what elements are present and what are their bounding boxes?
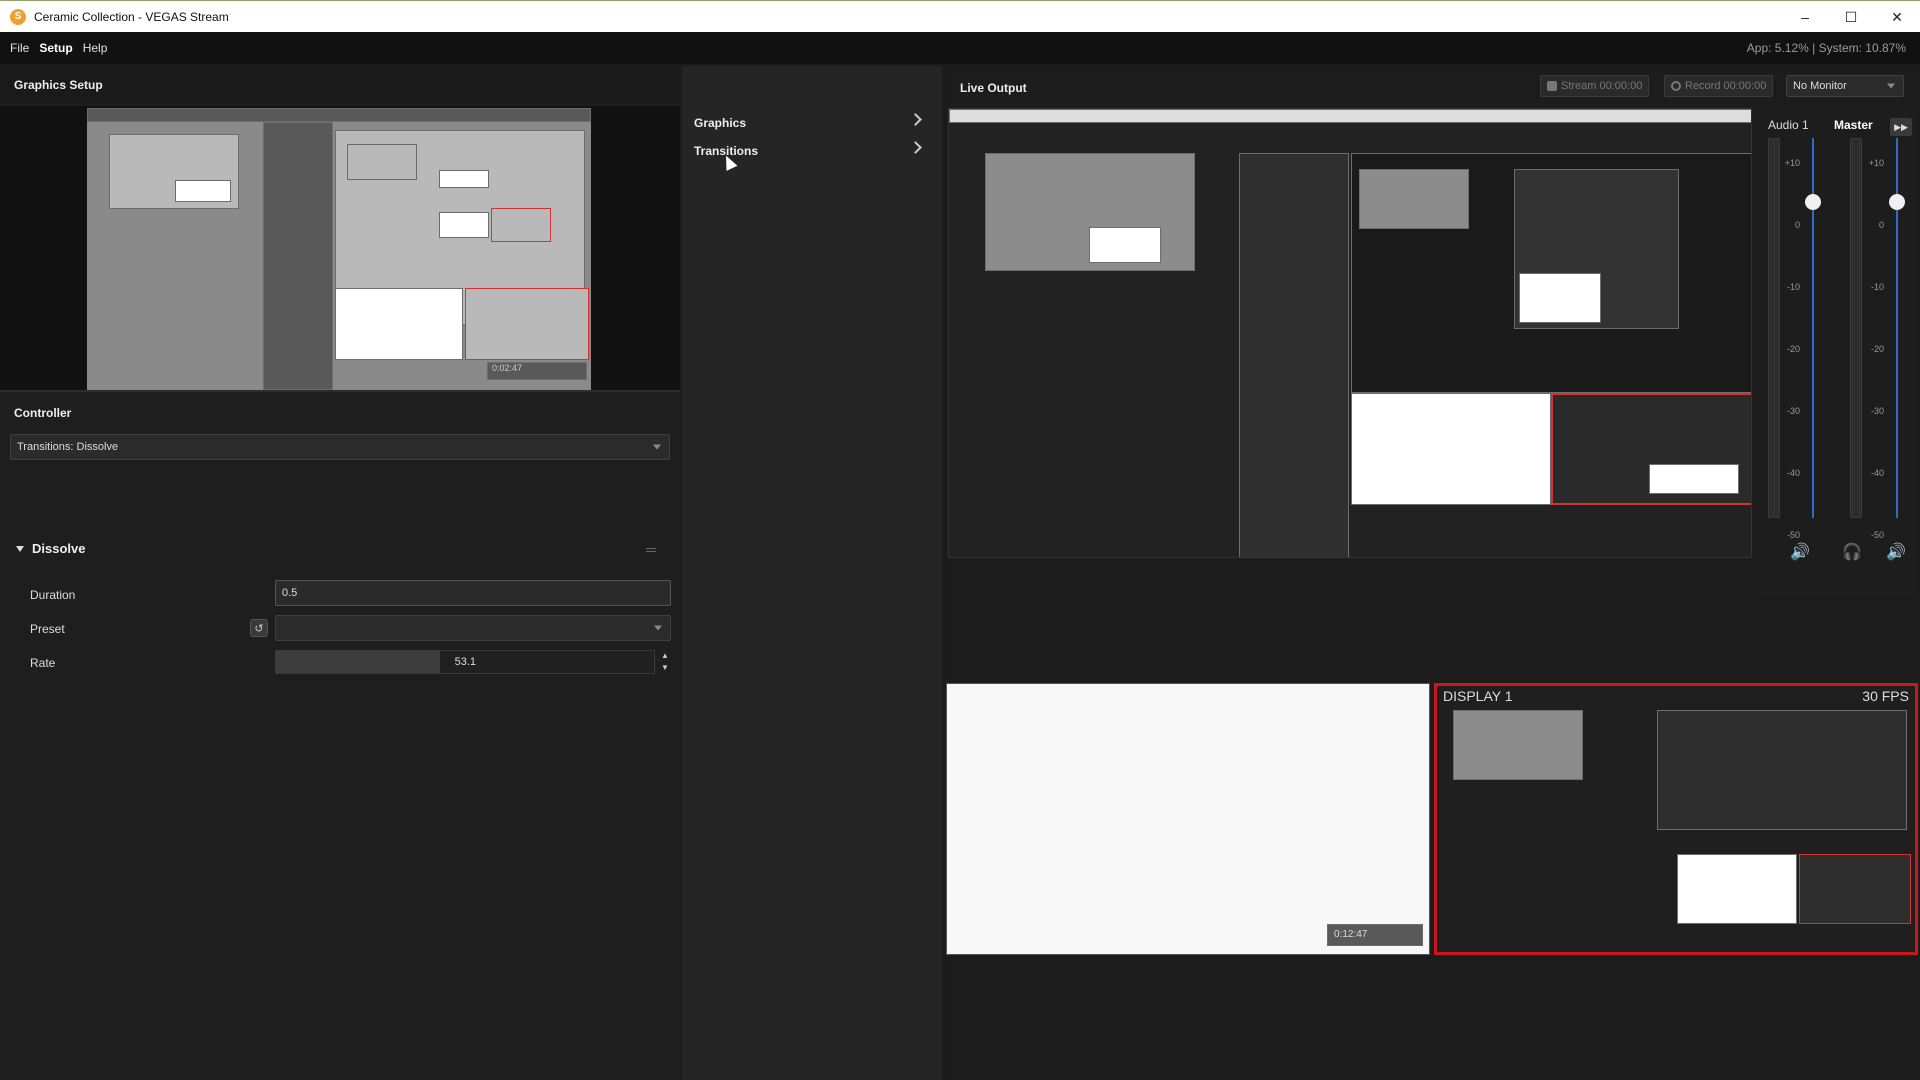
duration-label: Duration [30,588,76,602]
chevron-down-icon [654,625,662,631]
chevron-down-icon [1887,83,1895,89]
duration-input[interactable]: 0.5 [275,580,671,606]
chevron-down-icon [653,444,661,450]
master-scale: +10 0 -10 -20 -30 -40 -50 [1868,158,1884,540]
live-output-title: Live Output [960,81,1027,95]
collapse-triangle-icon [16,545,24,552]
menu-bar: File Setup Help App: 5.12% | System: 10.… [0,32,1920,64]
display-label: DISPLAY 1 [1443,688,1513,704]
rate-value: 53.1 [454,656,476,668]
drag-handle-icon[interactable] [646,548,656,552]
audio1-scale: +10 0 -10 -20 -30 -40 -50 [1784,158,1800,540]
title-bar: S Ceramic Collection - VEGAS Stream – ☐ … [0,0,1920,32]
spin-down-icon[interactable]: ▼ [660,662,670,674]
performance-readout: App: 5.12% | System: 10.87% [1746,41,1906,55]
record-button-label: Record 00:00:00 [1685,80,1767,92]
stream-button-label: Stream 00:00:00 [1561,80,1643,92]
speaker-icon[interactable]: 🔊 [1790,542,1810,562]
dissolve-section-title: Dissolve [32,541,86,556]
live-output-preview [948,108,1752,558]
nav-item-graphics[interactable]: Graphics [694,113,930,130]
menu-file[interactable]: File [0,41,34,55]
rate-label: Rate [30,656,56,670]
menu-setup[interactable]: Setup [34,41,77,55]
chevron-right-icon [909,141,922,154]
thumb-left-time: 0:12:47 [1327,924,1423,946]
audio1-label: Audio 1 [1768,118,1809,132]
audio-mixer: Audio 1 Master ▶▶ +10 0 -10 -20 -30 -40 -50 +1… [1758,108,1918,598]
master-fader-knob[interactable] [1889,194,1905,210]
expand-mixer-icon[interactable]: ▶▶ [1890,118,1912,136]
stream-icon [1547,81,1557,91]
controller-select-value: Transitions: Dissolve [17,441,119,453]
maximize-button[interactable]: ☐ [1828,1,1874,33]
reset-icon[interactable]: ↺ [250,619,268,637]
nav-item-graphics-label: Graphics [694,116,747,130]
spin-up-icon[interactable]: ▲ [660,650,670,662]
window-title: Ceramic Collection - VEGAS Stream [34,9,229,24]
monitor-select-value: No Monitor [1793,80,1847,92]
audio1-meter [1768,138,1780,518]
close-button[interactable]: ✕ [1874,1,1920,33]
source-thumbnail-left[interactable]: 0:12:47 [946,683,1430,955]
controller-select[interactable]: Transitions: Dissolve [10,434,670,460]
graphics-setup-panel: Graphics Setup 0:02:47 Controller Transi… [0,66,680,1080]
chevron-right-icon [909,113,922,126]
record-icon [1671,81,1681,91]
graphics-setup-title: Graphics Setup [0,66,680,104]
fps-label: 30 FPS [1862,688,1909,704]
preview-time: 0:02:47 [487,362,587,380]
panel-divider [0,390,680,392]
preset-select[interactable] [275,615,671,641]
preset-label: Preset [30,622,65,636]
master-label: Master [1834,118,1873,132]
stream-button[interactable]: Stream 00:00:00 [1540,75,1650,97]
master-speaker-icon[interactable]: 🔊 [1886,542,1906,562]
record-button[interactable]: Record 00:00:00 [1664,75,1774,97]
audio1-fader-knob[interactable] [1805,194,1821,210]
rate-slider[interactable]: 53.1 [275,650,655,674]
app-logo-icon: S [10,8,26,25]
graphics-preview-area: 0:02:47 [0,106,680,390]
controller-title: Controller [14,406,72,420]
monitor-select[interactable]: No Monitor [1786,75,1904,97]
headphones-icon[interactable]: 🎧 [1842,542,1862,562]
graphics-nav-panel: Graphics Transitions [682,66,942,1080]
master-meter [1850,138,1862,518]
live-output-panel: Live Output Stream 00:00:00 Record 00:00… [946,66,1920,1080]
minimize-button[interactable]: – [1782,1,1828,33]
rate-spinner[interactable]: ▲ ▼ [660,650,670,674]
dissolve-section-toggle[interactable]: Dissolve [16,541,85,556]
menu-help[interactable]: Help [78,41,113,55]
source-thumbnail-display1[interactable]: DISPLAY 1 30 FPS [1434,683,1918,955]
graphics-preview-image: 0:02:47 [87,108,591,390]
